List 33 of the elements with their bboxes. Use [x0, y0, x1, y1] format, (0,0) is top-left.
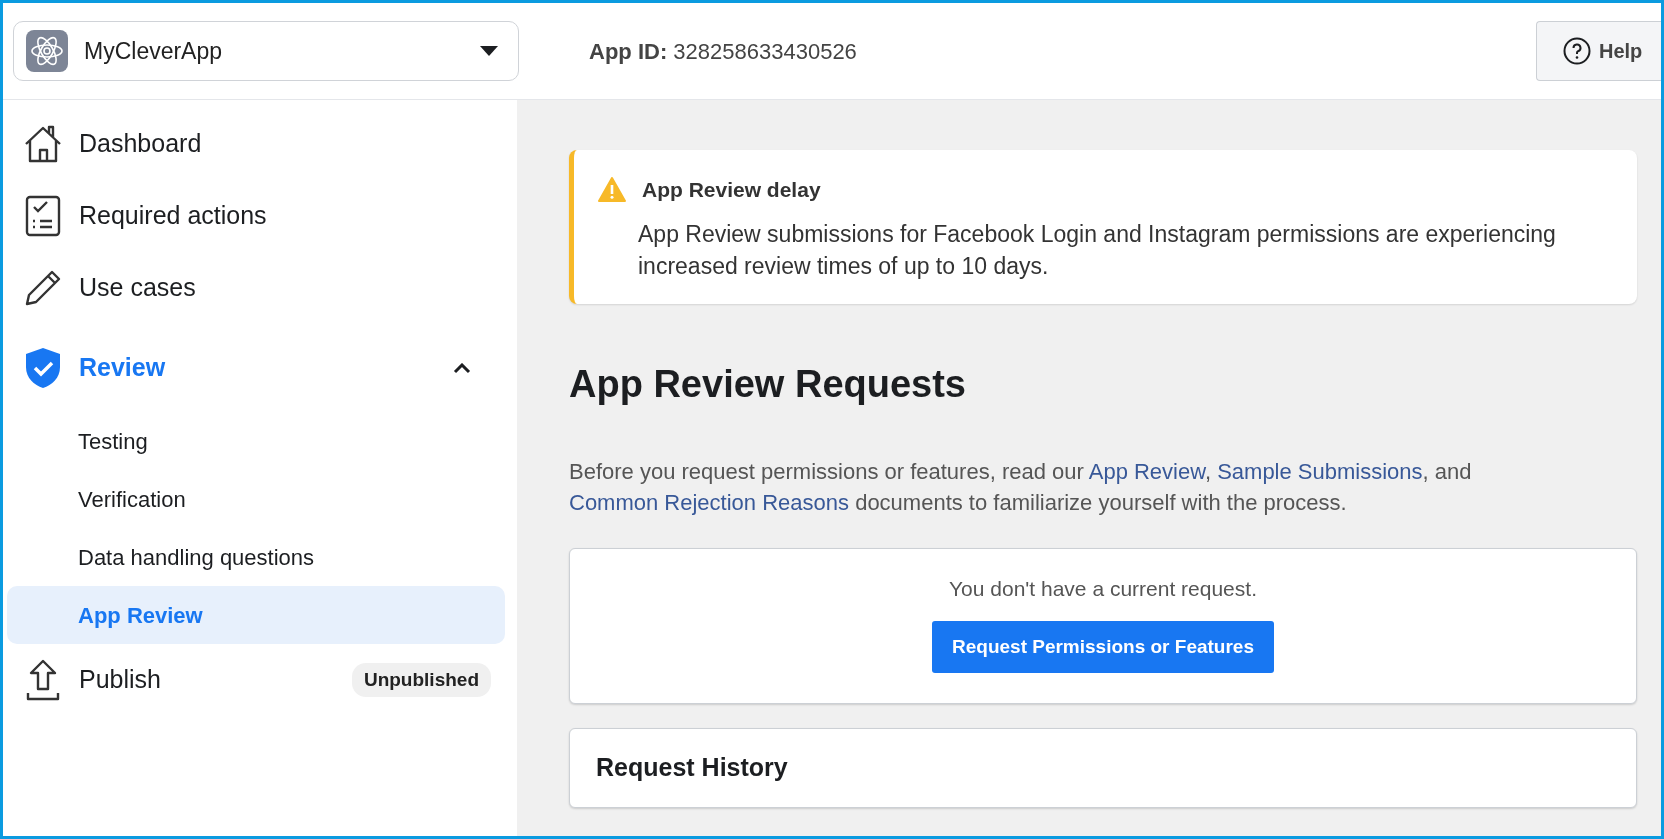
caret-icon — [480, 46, 498, 56]
help-icon — [1563, 37, 1591, 65]
doc-link[interactable]: App Review — [1088, 458, 1205, 484]
history-title: Request History — [596, 753, 788, 782]
sidebar-subitem[interactable]: Testing — [7, 412, 505, 470]
atom-icon — [26, 30, 68, 72]
doc-link[interactable]: Common Rejection Reasons — [569, 489, 850, 515]
alert-text: App Review submissions for Facebook Login and Instagram permissions are experiencing increased review times of up to 10 days. — [638, 219, 1557, 281]
warning-icon — [598, 177, 626, 203]
shield-check-icon — [24, 347, 62, 389]
pencil-icon — [23, 268, 63, 308]
sidebar-subitem[interactable]: App Review — [7, 586, 505, 644]
sidebar-item[interactable]: Use cases — [7, 252, 505, 324]
sidebar-item[interactable]: Dashboard — [7, 108, 505, 180]
upload-arrow-icon — [25, 659, 61, 701]
house-icon — [23, 124, 63, 164]
sidebar-subitem[interactable]: Verification — [7, 470, 505, 528]
page-heading: App Review Requests — [569, 361, 967, 407]
alert-title: App Review delay — [642, 177, 821, 203]
request-permissions-button[interactable]: Request Permissions or Features — [932, 620, 1274, 674]
empty-message: You don't have a current request. — [949, 576, 1257, 603]
checklist-icon — [25, 195, 61, 237]
app-selector[interactable]: MyCleverApp — [13, 21, 519, 81]
sidebar-subitem[interactable]: Data handling questions — [7, 528, 505, 586]
chevron-icon — [453, 362, 471, 374]
help-button[interactable]: Help — [1536, 21, 1661, 81]
doc-link[interactable]: Sample Submissions — [1217, 458, 1423, 484]
status-badge: Unpublished — [351, 662, 491, 698]
sidebar-item[interactable]: Publish Unpublished — [7, 644, 505, 716]
sidebar-item[interactable]: Required actions — [7, 180, 505, 252]
intro-text: Before you request permissions or features, read our App Review, Sample Submissions, and Common Rejection Reasons documents to familiarize yourself with the process. — [569, 457, 1473, 517]
sidebar-section[interactable]: Review — [7, 324, 505, 412]
app-id: App ID: 328258633430526 — [589, 37, 857, 66]
